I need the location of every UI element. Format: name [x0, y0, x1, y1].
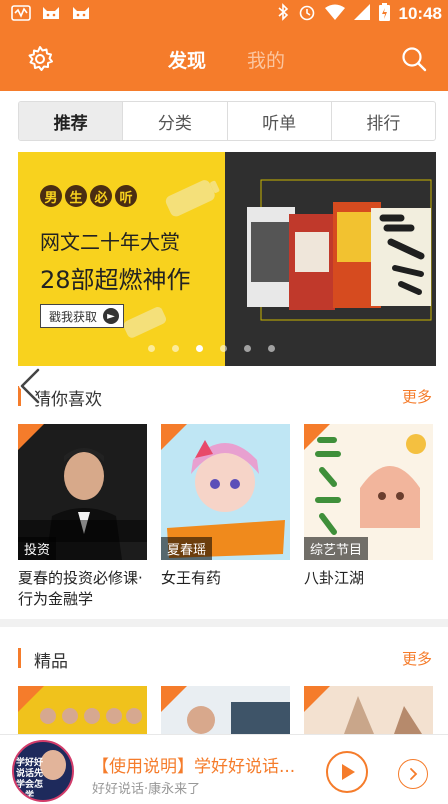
page-dot[interactable] [244, 345, 251, 352]
segment-ranking[interactable]: 排行 [332, 102, 435, 140]
page-dot[interactable] [148, 345, 155, 352]
alarm-icon [298, 3, 316, 25]
thumbnail-caption: 学好好说话先学会怎么学 [16, 758, 44, 801]
signal-icon [353, 4, 370, 24]
badge-char: 必 [90, 185, 112, 207]
segment-playlist[interactable]: 听单 [228, 102, 332, 140]
battery-icon [378, 3, 390, 25]
wifi-icon [324, 4, 345, 24]
banner-headline: 网文二十年大赏 [40, 230, 180, 254]
chevron-right-icon [410, 768, 418, 780]
list-item[interactable]: 夏春瑶 女王有药 [161, 424, 290, 610]
premium-list [18, 686, 436, 734]
banner-get-label: 戳我获取 [49, 309, 98, 324]
more-link[interactable]: 更多 [402, 386, 432, 407]
section-title: 精品 [34, 652, 68, 672]
item-cover: 投资 [18, 424, 147, 560]
category-segmented-tabs: 推荐 分类 听单 排行 [18, 101, 436, 141]
settings-gear-icon[interactable] [26, 45, 54, 73]
app-header: 发现 我的 [0, 28, 448, 91]
section-divider [0, 619, 448, 627]
section-title: 猜你喜欢 [34, 390, 102, 410]
list-item[interactable] [18, 686, 147, 734]
page-dot[interactable] [268, 345, 275, 352]
search-icon[interactable] [400, 45, 428, 73]
badge-corner [18, 686, 44, 712]
promo-banner[interactable]: 男 生 必 听 网文二十年大赏 28部超燃神作 戳我获取 ► [18, 152, 436, 366]
banner-subheadline: 28部超燃神作 [40, 266, 191, 294]
player-track-subtitle: 好好说话·康永来了 [92, 782, 201, 797]
badge-char: 生 [65, 185, 87, 207]
guess-you-like-list: 投资 夏春的投资必修课·行为金融学 夏春瑶 女王有药 综艺节目 八卦江湖 [18, 424, 436, 610]
banner-yellow-panel: 男 生 必 听 网文二十年大赏 28部超燃神作 戳我获取 ► [18, 152, 225, 366]
arrow-right-icon: ► [103, 308, 120, 324]
segment-recommend[interactable]: 推荐 [19, 102, 124, 140]
list-item[interactable] [304, 686, 433, 734]
badge-corner [304, 686, 330, 712]
item-title: 女王有药 [161, 569, 222, 587]
list-item[interactable] [161, 686, 290, 734]
item-cover: 夏春瑶 [161, 424, 290, 560]
badge-char: 听 [115, 185, 137, 207]
list-item[interactable]: 投资 夏春的投资必修课·行为金融学 [18, 424, 147, 610]
app-notification-icon [10, 3, 32, 23]
item-tag: 夏春瑶 [161, 537, 213, 560]
badge-corner [161, 686, 187, 712]
item-cover [161, 686, 290, 734]
list-item[interactable]: 综艺节目 八卦江湖 [304, 424, 433, 610]
item-tag: 综艺节目 [304, 537, 369, 560]
page-dot-active[interactable] [196, 345, 203, 352]
badge-corner [161, 424, 187, 450]
item-cover: 综艺节目 [304, 424, 433, 560]
premium-header: 精品 更多 [18, 646, 436, 672]
cat-notification-icon-2 [70, 3, 92, 23]
chevron-left-icon[interactable] [14, 366, 44, 406]
play-icon [342, 764, 355, 780]
item-tag: 投资 [18, 537, 57, 560]
player-track-title: 【使用说明】学好好说话... [92, 757, 296, 777]
item-cover [18, 686, 147, 734]
book-covers-illustration [225, 152, 436, 366]
more-link[interactable]: 更多 [402, 648, 432, 669]
battery-decoration-icon [165, 180, 220, 217]
guess-you-like-header: 猜你喜欢 更多 [18, 384, 436, 410]
badge-corner [18, 424, 44, 450]
banner-page-indicator [148, 345, 275, 352]
tab-mine[interactable]: 我的 [247, 46, 285, 73]
tab-discover[interactable]: 发现 [168, 46, 206, 73]
mini-player[interactable]: 学好好说话先学会怎么学 【使用说明】学好好说话... 好好说话·康永来了 [0, 734, 448, 804]
page-dot[interactable] [220, 345, 227, 352]
cat-notification-icon [40, 3, 62, 23]
banner-badge: 男 生 必 听 [40, 185, 137, 207]
page-dot[interactable] [172, 345, 179, 352]
banner-get-button[interactable]: 戳我获取 ► [40, 304, 125, 328]
item-title: 八卦江湖 [304, 569, 365, 587]
item-title: 夏春的投资必修课·行为金融学 [18, 569, 143, 608]
play-button[interactable] [326, 751, 368, 793]
banner-books-panel [225, 152, 436, 366]
player-thumbnail[interactable]: 学好好说话先学会怎么学 [12, 740, 74, 802]
bluetooth-icon [277, 3, 289, 25]
status-bar: 10:48 [0, 0, 448, 28]
clock-time: 10:48 [398, 4, 442, 23]
item-cover [304, 686, 433, 734]
badge-corner [304, 424, 330, 450]
open-player-button[interactable] [398, 759, 428, 789]
badge-char: 男 [40, 185, 62, 207]
section-accent-bar [18, 648, 21, 668]
segment-category[interactable]: 分类 [123, 102, 228, 140]
battery-decoration-icon-2 [123, 306, 167, 338]
